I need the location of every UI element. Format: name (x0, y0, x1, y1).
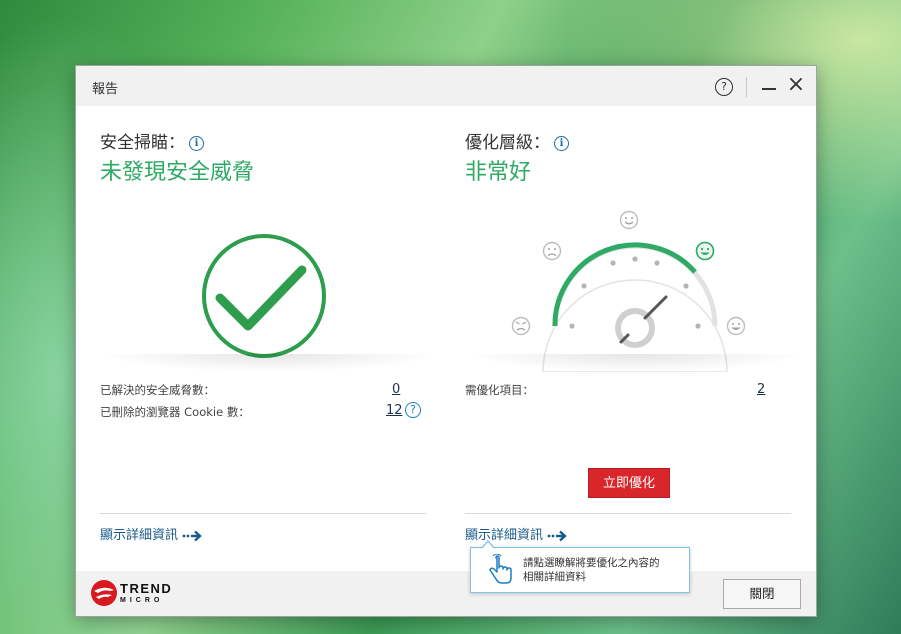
security-scan-heading: 安全掃瞄： i (100, 128, 204, 153)
items-to-optimize-value[interactable]: 2 (757, 382, 765, 397)
grin-face-icon (726, 316, 746, 336)
footer-bar: TREND MICRO 關閉 (76, 571, 816, 616)
report-window: 報告 ? × 安全掃瞄： i 未發現安全威脅 已解決的安全威脅數： 0 已刪除的瀏… (76, 66, 816, 616)
happy-face-icon (695, 241, 715, 261)
titlebar-divider (746, 77, 747, 97)
security-divider (100, 513, 426, 514)
trend-micro-logo-icon (91, 580, 117, 606)
resolved-threats-label: 已解決的安全威脅數： (100, 383, 215, 397)
details-tooltip: 請點選瞭解將要優化之內容的 相關詳細資料 (470, 540, 690, 593)
security-details-link[interactable]: 顯示詳細資訊 (100, 524, 202, 543)
smile-face-icon (619, 210, 639, 230)
title-bar: 報告 ? × (76, 66, 816, 106)
info-icon[interactable]: i (189, 136, 204, 151)
close-window-button[interactable]: × (784, 74, 808, 98)
minimize-button[interactable] (758, 74, 780, 96)
resolved-threats-value[interactable]: 0 (392, 382, 400, 397)
tooltip-text: 請點選瞭解將要優化之內容的 相關詳細資料 (523, 557, 660, 583)
security-details-label: 顯示詳細資訊 (100, 528, 179, 543)
hand-pointer-icon (489, 554, 512, 584)
checkmark-icon (202, 234, 326, 358)
optimization-status: 非常好 (465, 160, 532, 185)
items-to-optimize-label: 需優化項目： (465, 383, 534, 397)
cookie-help-icon[interactable]: ? (405, 402, 421, 418)
arrow-right-icon (547, 530, 567, 542)
sad-face-icon (542, 241, 562, 261)
arrow-right-icon (182, 530, 202, 542)
logo-main-text: TREND (120, 581, 173, 596)
deleted-cookies-label: 已刪除的瀏覽器 Cookie 數： (100, 405, 250, 419)
optimization-label: 優化層級： (465, 133, 550, 153)
logo-sub-text: MICRO (120, 597, 164, 604)
angry-face-icon (511, 316, 531, 336)
optimization-floor-shadow (465, 354, 805, 372)
security-scan-panel: 安全掃瞄： i 未發現安全威脅 已解決的安全威脅數： 0 已刪除的瀏覽器 Cook… (100, 106, 440, 576)
info-icon[interactable]: i (554, 136, 569, 151)
deleted-cookies-value[interactable]: 12 (386, 403, 403, 418)
trend-micro-logo: TREND MICRO (120, 581, 173, 607)
security-floor-shadow (100, 354, 440, 372)
optimize-now-button[interactable]: 立即優化 (588, 468, 670, 498)
security-status: 未發現安全威脅 (100, 160, 255, 185)
optimization-heading: 優化層級： i (465, 128, 569, 153)
help-icon[interactable]: ? (715, 78, 733, 96)
security-scan-label: 安全掃瞄： (100, 133, 185, 153)
optimization-panel: 優化層級： i 非常好 需優化項目： 2 立即優化 顯示詳細資訊 (465, 106, 805, 576)
close-button[interactable]: 關閉 (723, 579, 801, 609)
window-title: 報告 (92, 82, 119, 97)
optimization-divider (465, 513, 791, 514)
optimization-details-label: 顯示詳細資訊 (465, 528, 544, 543)
